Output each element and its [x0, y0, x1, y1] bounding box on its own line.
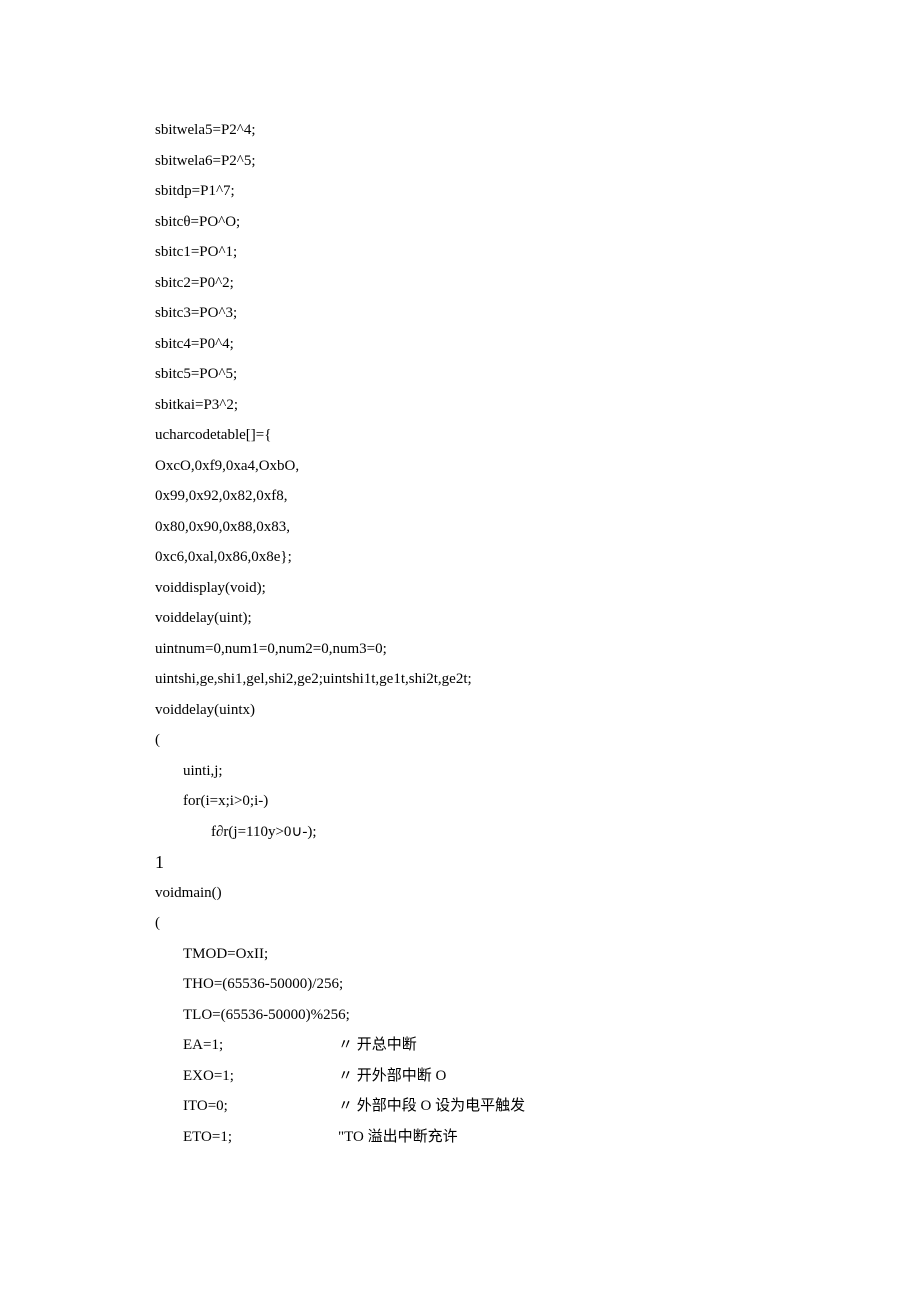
code-line: sbitkai=P3^2; [155, 390, 765, 421]
code-line: sbitc3=PO^3; [155, 298, 765, 329]
code-line: voiddisplay(void); [155, 573, 765, 604]
code-line: 1 [155, 847, 765, 878]
code-line: f∂r(j=110y>0∪-); [155, 817, 765, 848]
code-line: sbitdp=P1^7; [155, 176, 765, 207]
code-line: ( [155, 725, 765, 756]
code-line: for(i=x;i>0;i-) [155, 786, 765, 817]
code-line: sbitc5=PO^5; [155, 359, 765, 390]
code-text: EA=1; [183, 1030, 338, 1061]
code-line: 0xc6,0xal,0x86,0x8e}; [155, 542, 765, 573]
code-line: EXO=1;〃 开外部中断 O [155, 1061, 765, 1092]
code-line: uintshi,ge,shi1,gel,shi2,ge2;uintshi1t,g… [155, 664, 765, 695]
code-line: TLO=(65536-50000)%256; [155, 1000, 765, 1031]
code-line: ( [155, 908, 765, 939]
code-line: voiddelay(uint); [155, 603, 765, 634]
code-container: sbitwela5=P2^4;sbitwela6=P2^5;sbitdp=P1^… [155, 115, 765, 1152]
code-text: ITO=0; [183, 1091, 338, 1122]
code-line: EA=1;〃 开总中断 [155, 1030, 765, 1061]
code-line: sbitcθ=PO^O; [155, 207, 765, 238]
code-line: 0x99,0x92,0x82,0xf8, [155, 481, 765, 512]
code-line: sbitwela6=P2^5; [155, 146, 765, 177]
code-line: sbitc2=P0^2; [155, 268, 765, 299]
code-line: 0x80,0x90,0x88,0x83, [155, 512, 765, 543]
code-line: THO=(65536-50000)/256; [155, 969, 765, 1000]
code-line: sbitc4=P0^4; [155, 329, 765, 360]
code-line: uinti,j; [155, 756, 765, 787]
code-line: OxcO,0xf9,0xa4,OxbO, [155, 451, 765, 482]
code-line: ETO=1;"TO 溢出中断充许 [155, 1122, 765, 1153]
code-text: ETO=1; [183, 1122, 338, 1153]
comment-text: 〃 开总中断 [338, 1030, 417, 1061]
code-line: sbitwela5=P2^4; [155, 115, 765, 146]
code-line: uintnum=0,num1=0,num2=0,num3=0; [155, 634, 765, 665]
code-line: sbitc1=PO^1; [155, 237, 765, 268]
code-line: ITO=0;〃 外部中段 O 设为电平触发 [155, 1091, 765, 1122]
comment-text: 〃 外部中段 O 设为电平触发 [338, 1091, 525, 1122]
code-line: TMOD=OxII; [155, 939, 765, 970]
comment-text: 〃 开外部中断 O [338, 1061, 446, 1092]
code-page: sbitwela5=P2^4;sbitwela6=P2^5;sbitdp=P1^… [0, 0, 920, 1252]
code-text: EXO=1; [183, 1061, 338, 1092]
comment-text: "TO 溢出中断充许 [338, 1122, 458, 1153]
code-line: voiddelay(uintx) [155, 695, 765, 726]
code-line: ucharcodetable[]={ [155, 420, 765, 451]
code-line: voidmain() [155, 878, 765, 909]
